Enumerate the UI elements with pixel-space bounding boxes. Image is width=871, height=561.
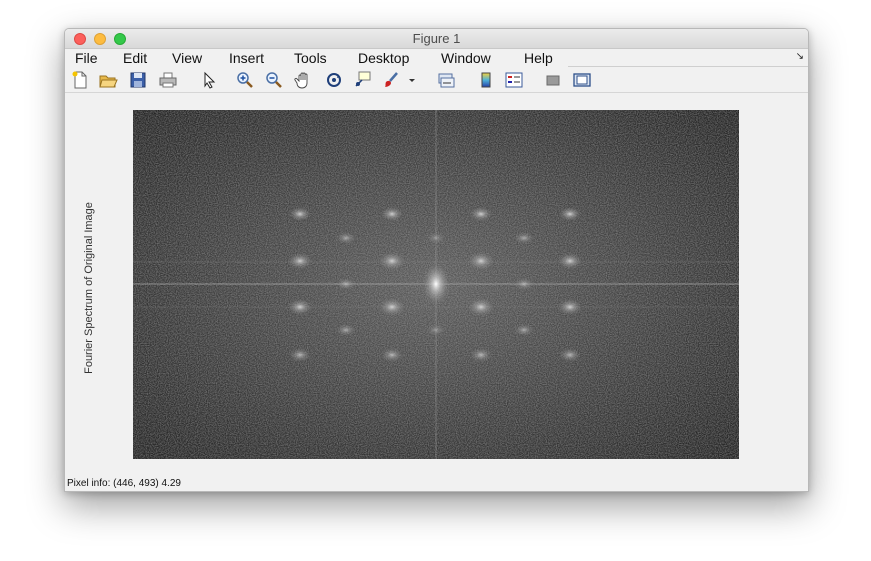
menu-divider bbox=[568, 66, 808, 67]
legend-icon[interactable] bbox=[504, 70, 524, 90]
zoom-out-icon[interactable] bbox=[264, 70, 284, 90]
rotate-3d-icon[interactable] bbox=[324, 70, 344, 90]
data-cursor-icon[interactable] bbox=[353, 70, 373, 90]
menu-desktop[interactable]: Desktop bbox=[358, 49, 409, 67]
link-plot-icon[interactable] bbox=[436, 70, 456, 90]
dc-peak bbox=[422, 262, 450, 306]
axes-ylabel: Fourier Spectrum of Original Image bbox=[81, 202, 97, 374]
menu-bar: File Edit View Insert Tools Desktop Wind… bbox=[65, 49, 808, 67]
zoom-in-icon[interactable] bbox=[235, 70, 255, 90]
figure-content: Fourier Spectrum of Original Image Pixel… bbox=[65, 93, 808, 491]
new-figure-icon[interactable] bbox=[70, 70, 90, 90]
brush-dropdown-icon[interactable] bbox=[407, 70, 417, 90]
menu-tools[interactable]: Tools bbox=[294, 49, 327, 67]
pixel-info-status: Pixel info: (446, 493) 4.29 bbox=[67, 478, 181, 489]
menu-window[interactable]: Window bbox=[441, 49, 491, 67]
show-plot-tools-icon[interactable] bbox=[572, 70, 592, 90]
menu-help[interactable]: Help bbox=[524, 49, 553, 67]
window-title: Figure 1 bbox=[412, 31, 461, 46]
pointer-icon[interactable] bbox=[199, 70, 219, 90]
print-icon[interactable] bbox=[158, 70, 178, 90]
title-bar[interactable]: Figure 1 bbox=[65, 29, 808, 49]
figure-toolbar bbox=[65, 68, 808, 93]
dock-figure-icon[interactable]: ↘ bbox=[796, 51, 804, 62]
pan-hand-icon[interactable] bbox=[294, 70, 314, 90]
spectrum-canvas bbox=[133, 110, 739, 459]
menu-insert[interactable]: Insert bbox=[229, 49, 264, 67]
colorbar-icon[interactable] bbox=[476, 70, 496, 90]
brush-icon[interactable] bbox=[382, 70, 402, 90]
menu-file[interactable]: File bbox=[75, 49, 98, 67]
hide-plot-tools-icon[interactable] bbox=[543, 70, 563, 90]
open-file-icon[interactable] bbox=[98, 70, 118, 90]
menu-view[interactable]: View bbox=[172, 49, 202, 67]
fourier-spectrum-image[interactable] bbox=[133, 110, 739, 459]
figure-window: Figure 1 File Edit View Insert Tools Des… bbox=[64, 28, 809, 492]
menu-edit[interactable]: Edit bbox=[123, 49, 147, 67]
axes-ylabel-text: Fourier Spectrum of Original Image bbox=[83, 202, 95, 374]
save-icon[interactable] bbox=[128, 70, 148, 90]
